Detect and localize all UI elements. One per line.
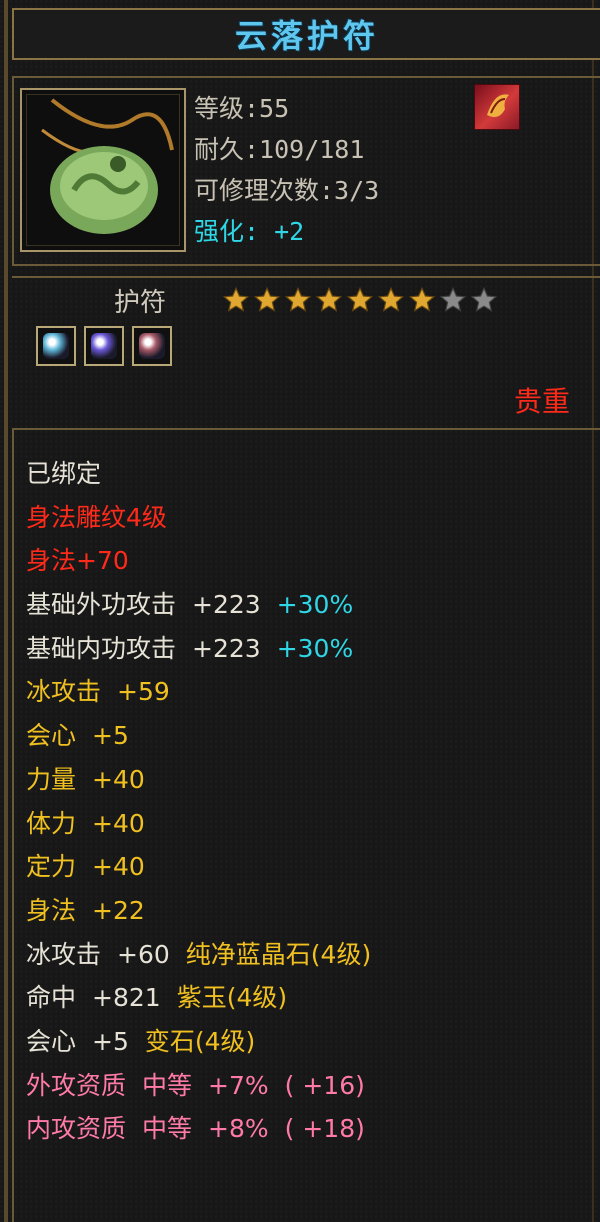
attribute-text: 已绑定 (26, 459, 102, 488)
star-filled-icon (346, 286, 374, 312)
ice-gem-icon[interactable] (36, 326, 76, 366)
attribute-line: 已绑定 (26, 452, 371, 496)
attribute-text: +40 (92, 852, 145, 882)
attribute-line: 身法 +22 (26, 889, 371, 933)
jade-pendant-icon (41, 98, 174, 234)
attribute-text: 变石(4级) (144, 1026, 256, 1056)
enhance-text: 强化: +2 (194, 217, 305, 246)
attribute-text: +223 (192, 633, 261, 663)
attribute-text: 会心 (26, 1026, 77, 1056)
attribute-text: 冰攻击 (26, 677, 102, 707)
attribute-text: +30% (276, 633, 354, 663)
attribute-text: +22 (92, 895, 145, 925)
durability-text: 耐久:109/181 (194, 135, 365, 164)
attribute-line: 冰攻击 +60 纯净蓝晶石(4级) (26, 933, 371, 977)
attribute-line: 基础外功攻击 +223 +30% (26, 583, 371, 627)
star-filled-icon (253, 286, 281, 312)
attribute-text: 纯净蓝晶石(4级) (185, 939, 372, 969)
star-empty-icon (439, 286, 467, 312)
attribute-line: 外攻资质 中等 +7% ( +16) (26, 1064, 371, 1108)
attribute-text: 冰攻击 (26, 939, 102, 969)
title-bar: 云落护符 (12, 8, 600, 60)
attribute-text: 定力 (26, 852, 77, 882)
star-filled-icon (284, 286, 312, 312)
attribute-text: +40 (92, 764, 145, 794)
attribute-text: +30% (276, 590, 354, 620)
attribute-line: 身法雕纹4级 (26, 496, 371, 540)
item-icon-frame[interactable] (20, 88, 186, 252)
attribute-text: +7% (208, 1070, 269, 1100)
attribute-text: 外攻资质 (26, 1070, 127, 1100)
bind-bag-icon[interactable] (474, 84, 520, 130)
attribute-line: 体力 +40 (26, 802, 371, 846)
attribute-line: 身法+70 (26, 539, 371, 583)
attribute-text: 身法 (26, 895, 77, 925)
purple-gem-icon[interactable] (84, 326, 124, 366)
attribute-text: 会心 (26, 721, 77, 751)
attribute-text: +60 (117, 939, 170, 969)
red-gem-icon[interactable] (132, 326, 172, 366)
attribute-text: 体力 (26, 808, 77, 838)
item-stats: 等级:55 耐久:109/181 可修理次数:3/3 强化: +2 (194, 88, 379, 252)
attribute-line: 内攻资质 中等 +8% ( +18) (26, 1107, 371, 1151)
attribute-text: +5 (92, 721, 129, 751)
attribute-line: 冰攻击 +59 (26, 670, 371, 714)
attribute-text: ( +18) (284, 1114, 365, 1144)
level-text: 等级:55 (194, 94, 290, 123)
attribute-text: 紫玉(4级) (176, 983, 288, 1013)
rarity-label: 贵重 (513, 385, 570, 418)
star-filled-icon (408, 286, 436, 312)
attribute-text: ( +16) (284, 1070, 365, 1100)
attribute-list: 已绑定身法雕纹4级 身法+70 基础外功攻击 +223 +30% 基础内功攻击 +223 +3… (26, 452, 371, 1151)
attribute-text: +821 (92, 983, 161, 1013)
attribute-text: +5 (92, 1026, 129, 1056)
attribute-line: 定力 +40 (26, 845, 371, 889)
star-empty-icon (470, 286, 498, 312)
attribute-text: 中等 (142, 1070, 193, 1100)
item-type-label: 护符 (114, 288, 167, 318)
attribute-text: 中等 (142, 1114, 193, 1144)
attribute-line: 基础内功攻击 +223 +30% (26, 627, 371, 671)
attribute-line: 会心 +5 变石(4级) (26, 1020, 371, 1064)
attribute-text: +8% (208, 1114, 269, 1144)
attribute-line: 会心 +5 (26, 714, 371, 758)
star-filled-icon (377, 286, 405, 312)
attribute-text: +223 (192, 590, 261, 620)
gem-slots (36, 326, 172, 366)
attribute-text: 身法+70 (26, 546, 129, 576)
attribute-text: 内攻资质 (26, 1114, 127, 1144)
attribute-line: 力量 +40 (26, 758, 371, 802)
attribute-text: +59 (117, 677, 170, 707)
attribute-text: 命中 (26, 983, 77, 1013)
star-filled-icon (315, 286, 343, 312)
attribute-text: 基础内功攻击 (26, 633, 177, 663)
attribute-text: 力量 (26, 764, 77, 794)
item-name: 云落护符 (234, 17, 379, 55)
attribute-line: 命中 +821 紫玉(4级) (26, 976, 371, 1020)
star-rating (222, 286, 498, 314)
attribute-text: 身法雕纹4级 (26, 502, 167, 532)
attribute-text: 基础外功攻击 (26, 590, 177, 620)
attribute-text: +40 (92, 808, 145, 838)
repair-count-text: 可修理次数:3/3 (194, 176, 380, 205)
star-filled-icon (222, 286, 250, 312)
